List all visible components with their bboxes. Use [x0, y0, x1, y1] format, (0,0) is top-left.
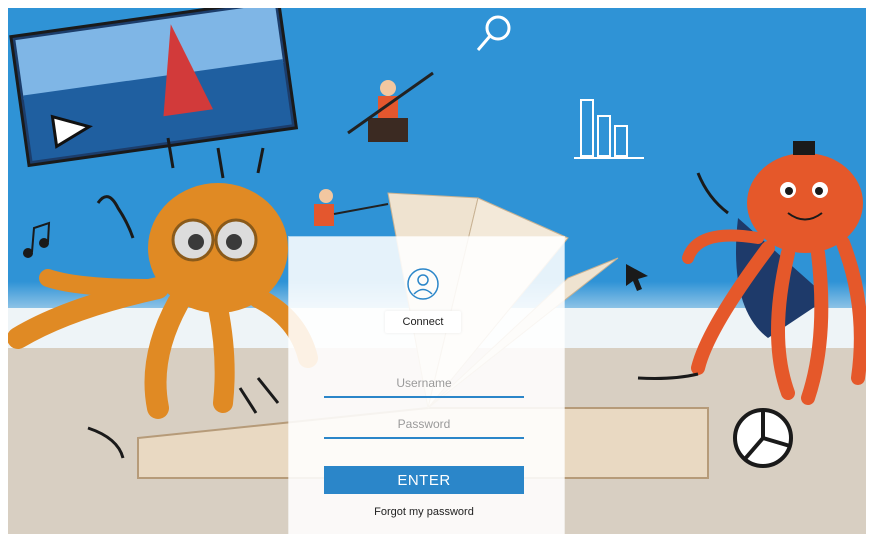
windsurf-photo [9, 8, 299, 168]
bar-chart-icon [574, 99, 644, 159]
magnifier-icon [476, 15, 511, 51]
password-input[interactable] [324, 411, 524, 439]
username-input[interactable] [324, 370, 524, 398]
music-note-icon [23, 221, 51, 258]
connect-label: Connect [385, 311, 461, 333]
enter-button[interactable]: ENTER [324, 466, 524, 494]
climber-figure [314, 189, 389, 226]
pie-chart-icon [733, 408, 793, 468]
login-page: Connect ENTER Forgot my password [8, 8, 866, 534]
user-icon [407, 268, 439, 300]
cursor-arrow-icon [626, 264, 648, 291]
forgot-password-link[interactable]: Forgot my password [324, 506, 524, 518]
kayaker-figure [347, 71, 434, 142]
login-card: Connect ENTER Forgot my password [289, 237, 564, 534]
